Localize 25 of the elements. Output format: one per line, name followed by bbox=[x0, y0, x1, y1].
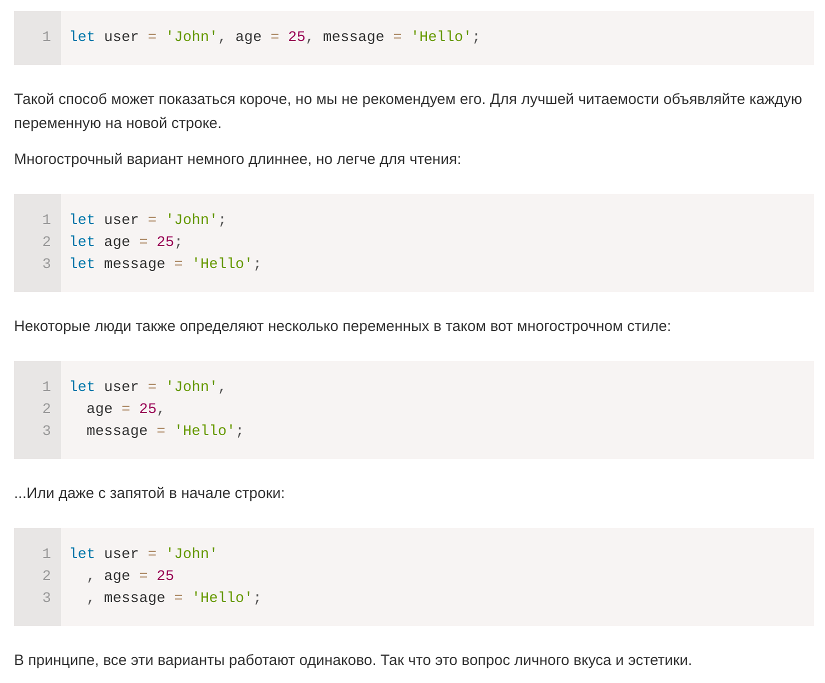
line-number: 3 bbox=[42, 256, 52, 275]
line-number: 1 bbox=[42, 212, 52, 231]
paragraph: Многострочный вариант немного длиннее, но легче для чтения: bbox=[14, 150, 462, 170]
line-number: 2 bbox=[42, 401, 52, 420]
code-line: let age = 25; bbox=[69, 234, 183, 253]
code-line: let user = 'John' bbox=[69, 546, 218, 565]
paragraph: Некоторые люди также определяют несколько переменных в таком вот многострочном стиле: bbox=[14, 317, 672, 337]
line-number: 3 bbox=[42, 590, 52, 609]
code-line: , age = 25 bbox=[86, 568, 174, 587]
code-line: let message = 'Hello'; bbox=[69, 256, 262, 275]
line-number: 3 bbox=[42, 423, 52, 442]
code-line: message = 'Hello'; bbox=[86, 423, 244, 442]
line-number: 2 bbox=[42, 568, 52, 587]
code-line: let user = 'John'; bbox=[69, 212, 227, 231]
paragraph: ...Или даже с запятой в начале строки: bbox=[14, 484, 286, 504]
line-number: 1 bbox=[42, 29, 52, 48]
line-number: 1 bbox=[42, 546, 52, 565]
code-line: let user = 'John', bbox=[69, 379, 227, 398]
paragraph: Такой способ может показаться короче, но мы не рекомендуем его. Для лучшей читаемости объявляйте каждую переменную на новой строке. bbox=[14, 90, 804, 134]
line-number: 2 bbox=[42, 234, 52, 253]
paragraph: В принципе, все эти варианты работают одинаково. Так что это вопрос личного вкуса и эстетики. bbox=[14, 651, 694, 671]
code-line: let user = 'John', age = 25, message = 'Hello'; bbox=[69, 29, 481, 48]
code-line: age = 25, bbox=[86, 401, 166, 420]
line-number: 1 bbox=[42, 379, 52, 398]
code-line: , message = 'Hello'; bbox=[86, 590, 262, 609]
